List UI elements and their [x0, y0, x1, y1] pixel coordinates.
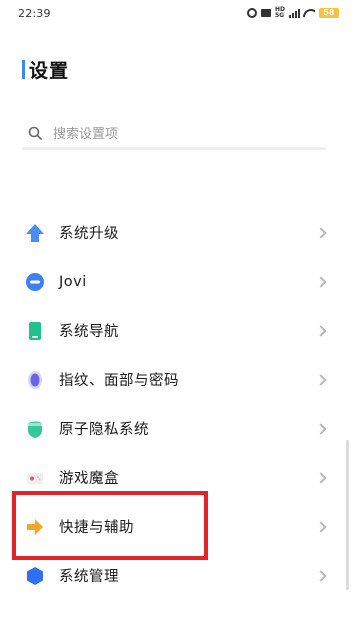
search-icon [28, 126, 42, 140]
game-box-icon [24, 467, 46, 489]
menu-item-fingerprint-face-password[interactable]: 指纹、面部与密码 [0, 355, 351, 404]
privacy-shield-icon [24, 418, 46, 440]
menu-item-label: 快捷与辅助 [59, 520, 134, 536]
alarm-icon [246, 8, 257, 18]
page-header: 设置 [22, 57, 70, 82]
chevron-right-icon [315, 422, 327, 435]
jovi-icon [24, 271, 46, 293]
hd-icon: HD 5G [274, 6, 285, 19]
settings-screen: 22:39 HD 5G 58 设置 搜索设置项 系统升级 Jovi 系统导航 指… [0, 0, 351, 620]
system-management-icon [24, 565, 46, 587]
phone-navigation-icon [24, 320, 46, 342]
menu-item-label: 系统导航 [59, 324, 119, 340]
status-icons: HD 5G 58 [246, 6, 339, 19]
menu-item-label: Jovi [59, 273, 87, 290]
menu-item-jovi[interactable]: Jovi [0, 257, 351, 306]
mute-icon [260, 9, 271, 17]
chevron-right-icon [315, 324, 327, 337]
menu-item-system-management[interactable]: 系统管理 [0, 551, 351, 600]
settings-menu: 系统升级 Jovi 系统导航 指纹、面部与密码 原子隐私系统 游戏魔盒 快捷与辅… [0, 208, 351, 600]
status-time: 22:39 [18, 6, 51, 20]
menu-item-game-box[interactable]: 游戏魔盒 [0, 453, 351, 502]
menu-item-label: 系统升级 [59, 226, 119, 242]
chevron-right-icon [315, 275, 327, 288]
battery-icon: 58 [319, 8, 339, 18]
status-bar: 22:39 HD 5G 58 [0, 0, 351, 26]
menu-item-system-upgrade[interactable]: 系统升级 [0, 208, 351, 257]
chevron-right-icon [315, 569, 327, 582]
upgrade-arrow-icon [24, 222, 46, 244]
wifi-icon [303, 9, 315, 18]
chevron-right-icon [315, 373, 327, 386]
chevron-right-icon [315, 520, 327, 533]
scrollbar[interactable] [346, 440, 349, 590]
title-accent-bar [22, 59, 25, 79]
menu-item-label: 原子隐私系统 [59, 422, 149, 438]
menu-item-label: 游戏魔盒 [59, 471, 119, 487]
chevron-right-icon [315, 471, 327, 484]
chevron-right-icon [315, 226, 327, 239]
menu-item-system-navigation[interactable]: 系统导航 [0, 306, 351, 355]
menu-item-shortcuts-accessibility[interactable]: 快捷与辅助 [0, 502, 351, 551]
menu-item-label: 系统管理 [59, 569, 119, 585]
menu-item-atomic-privacy[interactable]: 原子隐私系统 [0, 404, 351, 453]
menu-item-label: 指纹、面部与密码 [59, 373, 179, 389]
signal-icon [289, 8, 300, 18]
search-placeholder: 搜索设置项 [53, 127, 119, 142]
shortcut-arrow-icon [24, 516, 46, 538]
fingerprint-icon [24, 369, 46, 391]
search-input[interactable]: 搜索设置项 [22, 118, 326, 150]
page-title: 设置 [29, 59, 70, 82]
